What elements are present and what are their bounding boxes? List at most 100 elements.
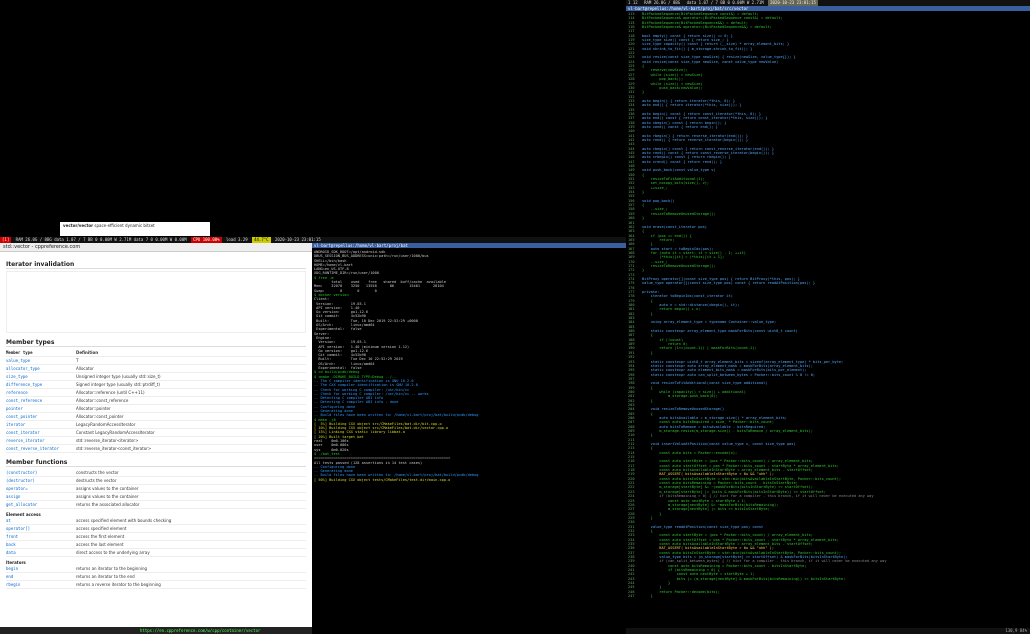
line-text: value_type operator[](const size_type po… [642,281,816,286]
invalidation-table [6,271,306,333]
element-access-row: front access the first element [6,533,306,541]
member-type-name[interactable]: size_type [6,374,76,379]
member-function-row: (destructor) destructs the vector [6,477,306,485]
member-type-row: const_iterator Constant LegacyRandomAcces… [6,429,306,437]
line-text: auto cend() const { return end(); } [642,124,718,129]
line-text: void erase(const_iterator pos) [642,224,707,229]
editor-status: 130,9 84% [626,628,1030,634]
line-text: } [642,398,653,403]
line-text: resizeToRemoveUnusedStorage(); [642,263,716,268]
code-line: 247 } [628,594,1028,598]
iterator-function-name[interactable]: begin [6,566,76,571]
member-function-name[interactable]: (constructor) [6,470,76,475]
iterator-function-desc: returns an iterator to the beginning [76,566,148,571]
line-text: push_back(newValue); [642,85,703,90]
iterator-function-name[interactable]: end [6,574,76,579]
line-text: m_storage.resize(m_storage.size() - bits… [642,429,813,433]
types-header: Member type Definition [6,349,306,357]
member-type-row: const_pointer Allocator::const_pointer [6,413,306,421]
types-header-def: Definition [76,350,99,355]
snippet-text: space-efficient dynamic bitset [94,223,155,228]
member-type-name[interactable]: reference [6,390,76,395]
member-function-name[interactable]: assign [6,494,76,499]
browser-window: std::vector - cppreference.com Iterator … [0,243,312,634]
member-function-desc: assigns values to the container [76,486,139,491]
member-type-desc: Unsigned integer type (usually std::size… [76,374,161,379]
line-text: m_storage.push_back(0); [642,394,718,399]
element-access-desc: direct access to the underlying array [76,550,150,555]
line-text: BitPackedSequence& operator=(BitPackedSe… [642,25,772,30]
member-function-name[interactable]: operator= [6,486,76,491]
member-function-row: operator= assigns values to the container [6,485,306,493]
element-access-name[interactable]: back [6,542,76,547]
member-type-desc: Allocator::pointer [76,406,111,411]
line-text: void push_back(const value_type v) [642,168,716,173]
line-text: } [642,350,653,355]
element-access-name[interactable]: data [6,550,76,555]
member-type-desc: Allocator::const_pointer [76,414,124,419]
member-function-desc: constructs the vector [76,470,119,475]
member-type-name[interactable]: pointer [6,406,76,411]
iterator-function-desc: returns a reverse iterator to the beginn… [76,582,161,587]
elems-list: at access specified element with bounds c… [6,517,306,557]
line-text: } [642,515,653,520]
element-access-desc: access the first element [76,534,125,539]
member-type-name[interactable]: const_iterator [6,430,76,435]
member-type-desc: T [76,358,79,363]
line-text: using array_element_type = typename Cont… [642,320,777,325]
browser-tab[interactable]: std::vector - cppreference.com [0,243,312,252]
line-text: void shrink_to_fit() { m_storage.shrink_… [642,46,753,51]
editor-window[interactable]: vl-bart@repellus:/home/vl-bart/proj/bat/… [626,6,1030,634]
code-view: 113 BitPackedSequence(BitPackedSequence c… [626,11,1030,631]
section-member-types: Member types [6,339,306,347]
member-function-row: assign assigns values to the container [6,493,306,501]
line-text: void insertValueAtPosition(const value_t… [642,442,796,447]
member-type-desc: Allocator::const_reference [76,398,129,403]
line-text: void resize(const size_type newSize, con… [642,59,779,64]
member-type-name[interactable]: difference_type [6,382,76,387]
member-type-row: iterator LegacyRandomAccessIterator [6,421,306,429]
member-type-name[interactable]: const_reference [6,398,76,403]
iterator-function-name[interactable]: rbegin [6,582,76,587]
browser-url-bar[interactable]: https://en.cppreference.com/w/cpp/contai… [0,627,312,634]
line-text: } [642,190,645,195]
member-type-row: size_type Unsigned integer type (usually … [6,373,306,381]
element-access-desc: access specified element [76,526,127,531]
member-type-name[interactable]: const_reverse_iterator [6,446,76,451]
member-function-name[interactable]: get_allocator [6,502,76,507]
member-type-name[interactable]: iterator [6,422,76,427]
line-text: } [642,90,645,95]
member-function-name[interactable]: (destructor) [6,478,76,483]
element-access-name[interactable]: at [6,518,76,523]
member-type-desc: Allocator::reference (until C++11) [76,390,145,395]
member-type-row: difference_type Signed integer type (usua… [6,381,306,389]
member-function-desc: destructs the vector [76,478,117,483]
member-type-row: const_reference Allocator::const_referenc… [6,397,306,405]
iterator-function-row: rbegin returns a reverse iterator to the … [6,581,306,589]
line-text: resizeToRemoveUnusedStorage(); [642,211,716,216]
line-text: void pop_back() [642,198,675,203]
member-type-name[interactable]: reverse_iterator [6,438,76,443]
line-text: void resizeToFitAdditional(const size_ty… [642,381,768,386]
member-type-name[interactable]: const_pointer [6,414,76,419]
terminal-window[interactable]: vl-bart@repellus:/home/vl-bart/proj/bat … [312,243,626,634]
element-access-row: at access specified element with bounds c… [6,517,306,525]
member-type-name[interactable]: value_type [6,358,76,363]
line-text: return (1<<(count-1)) | maskForBits(coun… [642,346,757,351]
member-type-row: pointer Allocator::pointer [6,405,306,413]
line-text: return Packer::decode(bits); [642,589,720,594]
terminal-line: [ 50%] Building CXX object tests/CMakeFi… [314,477,451,482]
line-text: const auto bits = Packer::encode(v); [642,450,738,455]
line-text: static constexpr auto can_split_between_… [642,372,816,377]
member-type-name[interactable]: allocator_type [6,366,76,371]
member-type-desc: std::reverse_iterator<const_iterator> [76,446,152,451]
line-text: } [642,268,645,273]
element-access-name[interactable]: operator[] [6,526,76,531]
element-access-name[interactable]: front [6,534,76,539]
line-text: } [642,216,645,221]
line-text: auto crend() const { return rend(); } [642,159,723,164]
line-text: value_type readAtPosition(const size_typ… [642,524,764,529]
cursor-position: 130,9 84% [1005,628,1027,633]
line-text: auto end() { return iterator(*this, size… [642,103,742,108]
section-iterator-invalidation: Iterator invalidation [6,261,306,269]
